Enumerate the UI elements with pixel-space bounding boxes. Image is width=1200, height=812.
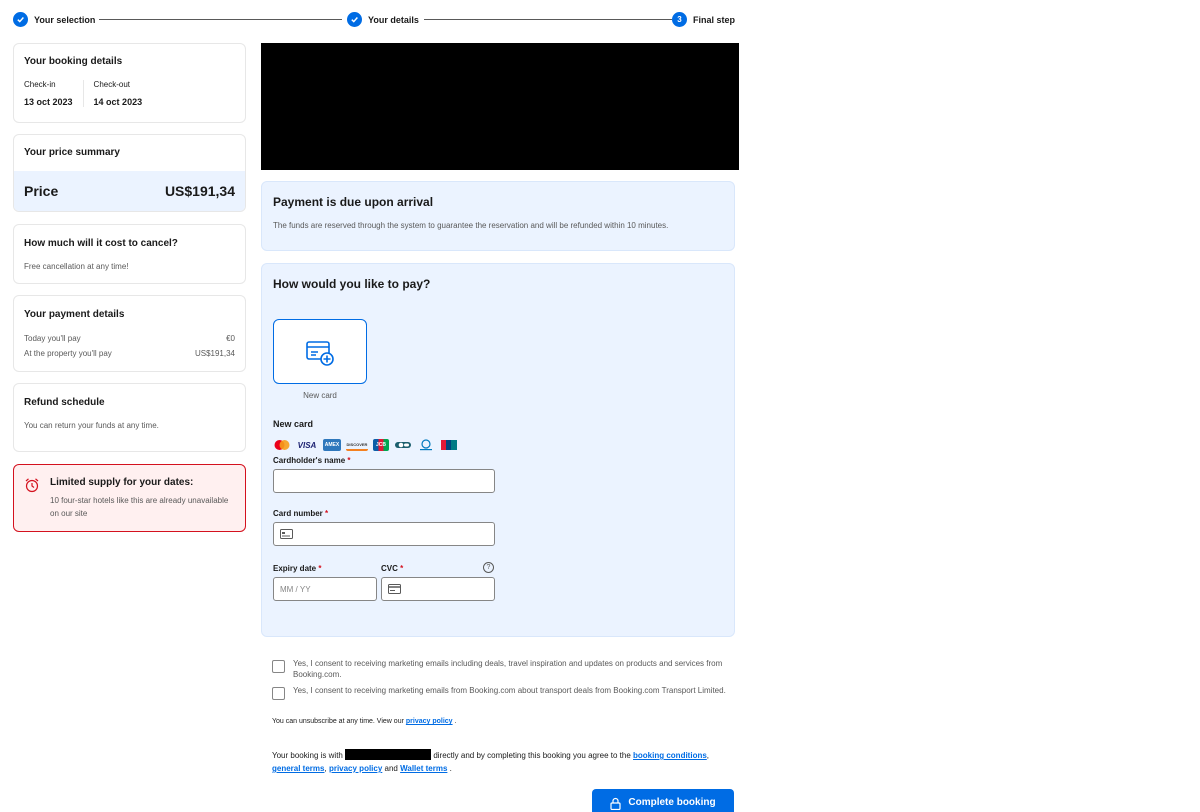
step-label: Your selection (34, 14, 96, 25)
limited-supply-alert: Limited supply for your dates: 10 four-s… (13, 464, 246, 532)
payment-due-title: Payment is due upon arrival (273, 195, 434, 209)
checkmark-icon (347, 12, 362, 27)
pay-property-label: At the property you'll pay (24, 349, 112, 358)
step-label: Your details (368, 14, 419, 25)
booking-details-card: Your booking details Check-in 13 oct 202… (13, 43, 246, 123)
step-connector (424, 19, 672, 20)
cvc-label: CVC * (381, 564, 404, 573)
lock-icon (610, 797, 621, 810)
checkout-label: Check-out (93, 80, 131, 89)
visa-logo-icon: VISA (297, 440, 317, 450)
checkout-value: 14 oct 2023 (93, 97, 143, 107)
consent-text: Yes, I consent to receiving marketing em… (293, 686, 726, 695)
consent-checkbox[interactable] (272, 660, 285, 673)
payment-method-panel: How would you like to pay? New card New … (261, 263, 735, 637)
cardholder-name-label: Cardholder's name * (273, 456, 351, 465)
refund-text: You can return your funds at any time. (24, 421, 159, 430)
wallet-terms-link[interactable]: Wallet terms (400, 764, 447, 773)
complete-booking-button[interactable]: Complete booking (592, 789, 734, 812)
new-card-caption: New card (303, 391, 337, 400)
cardholder-name-input[interactable] (273, 469, 495, 493)
marketing-consent-booking: Yes, I consent to receiving marketing em… (272, 658, 732, 680)
step-your-details: Your details (347, 12, 419, 27)
pay-property-value: US$191,34 (194, 349, 235, 358)
price-summary-card: Your price summary Price US$191,34 (13, 134, 246, 212)
booking-conditions-link[interactable]: booking conditions (633, 751, 707, 760)
expiry-date-label: Expiry date * (273, 564, 322, 573)
step-number: 3 (672, 12, 687, 27)
privacy-policy-terms-link[interactable]: privacy policy (329, 764, 382, 773)
booking-details-title: Your booking details (24, 56, 123, 67)
price-band: Price US$191,34 (14, 171, 245, 211)
payment-details-title: Your payment details (24, 309, 125, 320)
card-number-input[interactable] (273, 522, 495, 546)
pay-today-label: Today you'll pay (24, 334, 81, 343)
cancellation-title: How much will it cost to cancel? (24, 238, 178, 249)
card-number-label: Card number * (273, 509, 329, 518)
card-icon (280, 529, 293, 539)
card-back-icon (388, 584, 401, 594)
price-summary-title: Your price summary (24, 147, 120, 158)
marketing-consent-transport: Yes, I consent to receiving marketing em… (272, 685, 732, 700)
help-icon[interactable]: ? (483, 562, 494, 573)
card-logos: VISA AMEX DISCOVER JCB (273, 439, 458, 451)
redacted-property-name (345, 749, 432, 760)
checkin-label: Check-in (24, 80, 56, 89)
payment-method-title: How would you like to pay? (273, 277, 431, 291)
payment-due-panel: Payment is due upon arrival The funds ar… (261, 181, 735, 251)
pay-property-row: At the property you'll pay US$191,34 (24, 349, 235, 358)
cartes-bancaires-logo-icon (395, 442, 411, 448)
expiry-placeholder: MM / YY (280, 584, 311, 594)
refund-schedule-card: Refund schedule You can return your fund… (13, 383, 246, 452)
supply-title: Limited supply for your dates: (50, 477, 194, 488)
consent-text: Yes, I consent to receiving marketing em… (293, 659, 723, 679)
privacy-policy-link[interactable]: privacy policy (406, 718, 453, 725)
cvc-input[interactable] (381, 577, 495, 601)
checkin-value: 13 oct 2023 (24, 97, 73, 107)
pay-today-row: Today you'll pay €0 (24, 334, 235, 343)
new-card-title: New card (273, 419, 314, 429)
booking-terms-text: Your booking is with directly and by com… (272, 749, 710, 773)
pay-today-value: €0 (226, 334, 235, 343)
supply-text: 10 four-star hotels like this are alread… (50, 496, 229, 518)
price-value: US$191,34 (164, 183, 235, 199)
expiry-date-input[interactable]: MM / YY (273, 577, 377, 601)
unionpay-logo-icon (441, 440, 457, 450)
redacted-hotel-banner (261, 43, 739, 170)
step-final: 3 Final step (672, 12, 735, 27)
complete-booking-label: Complete booking (628, 797, 716, 808)
refund-title: Refund schedule (24, 397, 105, 408)
add-card-icon (306, 340, 334, 366)
unsubscribe-note: You can unsubscribe at any time. View ou… (272, 718, 457, 725)
alarm-clock-icon (25, 478, 39, 493)
jcb-logo-icon: JCB (373, 439, 389, 451)
checkmark-icon (13, 12, 28, 27)
step-label: Final step (693, 14, 736, 25)
progress-stepper: Your selection Your details 3 Final step (13, 12, 735, 28)
amex-logo-icon: AMEX (323, 439, 341, 451)
step-your-selection: Your selection (13, 12, 95, 27)
consent-checkbox[interactable] (272, 687, 285, 700)
cancellation-text: Free cancellation at any time! (24, 262, 129, 271)
price-label: Price (24, 183, 59, 199)
diners-club-logo-icon (420, 439, 432, 451)
payment-details-card: Your payment details Today you'll pay €0… (13, 295, 246, 372)
mastercard-logo-icon (274, 440, 290, 450)
payment-due-text: The funds are reserved through the syste… (273, 221, 669, 230)
step-connector (99, 19, 342, 20)
new-card-option[interactable] (273, 319, 367, 384)
discover-logo-icon: DISCOVER (346, 439, 368, 451)
general-terms-link[interactable]: general terms (272, 764, 324, 773)
cancellation-card: How much will it cost to cancel? Free ca… (13, 224, 246, 284)
